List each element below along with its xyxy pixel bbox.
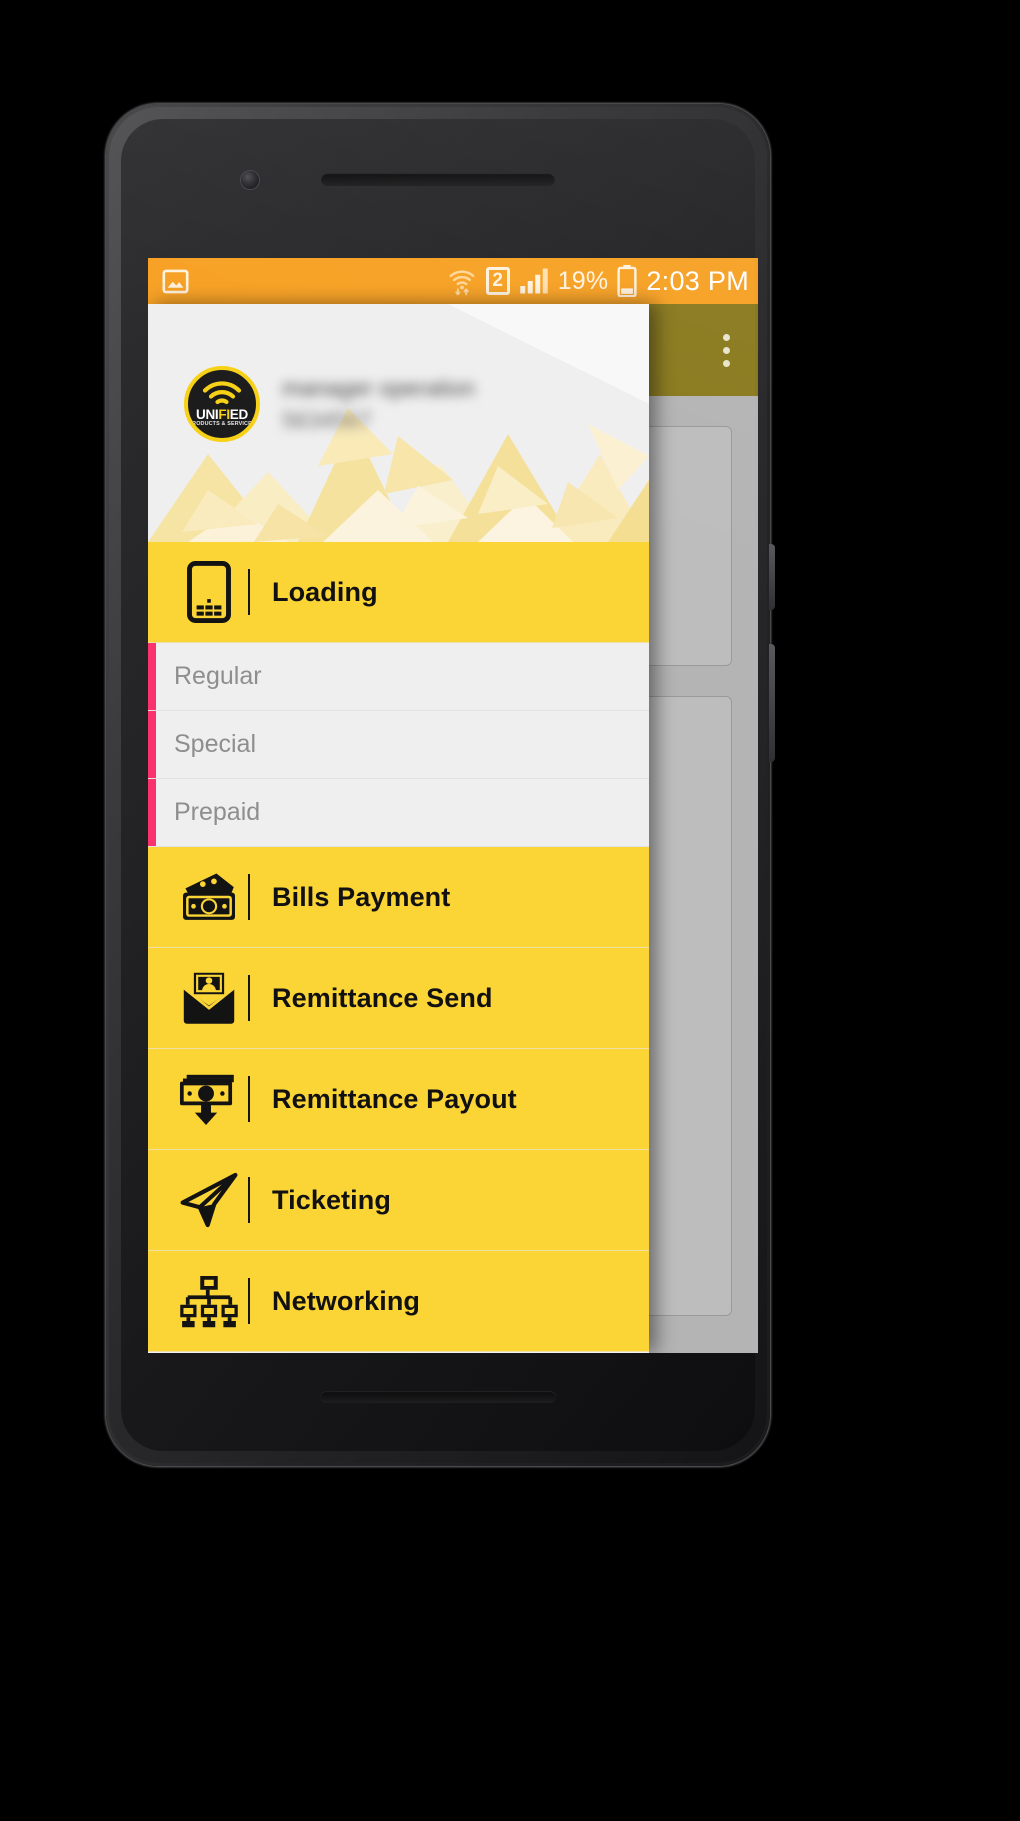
drawer-item-label: Networking: [272, 1285, 421, 1316]
phone-screen: 2 19% 2:03 PM UNIFIED PRODUCTS & SERVICE…: [148, 258, 758, 1353]
phone-front-face: 2 19% 2:03 PM UNIFIED PRODUCTS & SERVICE…: [121, 119, 758, 1451]
drawer-item-loading[interactable]: Loading: [148, 542, 649, 643]
status-bar-right: 2 19% 2:03 PM: [447, 265, 749, 297]
battery-percent-label: 19%: [557, 266, 609, 295]
drawer-subitem-special[interactable]: Special: [148, 711, 649, 779]
drawer-item-label: Ticketing: [272, 1184, 391, 1215]
phone-device: 2 19% 2:03 PM UNIFIED PRODUCTS & SERVICE…: [106, 104, 775, 1466]
drawer-subitem-regular[interactable]: Regular: [148, 643, 649, 711]
drawer-item-remittance-send[interactable]: Remittance Send: [148, 948, 649, 1049]
drawer-profile[interactable]: UNIFIED PRODUCTS & SERVICES manager oper…: [184, 366, 475, 442]
logo-tagline: PRODUCTS & SERVICES: [188, 421, 256, 427]
wifi-transfer-icon: [447, 266, 477, 296]
drawer-subitem-prepaid[interactable]: Prepaid: [148, 779, 649, 847]
money-cash-icon: [176, 871, 242, 923]
drawer-subitem-label: Prepaid: [174, 798, 261, 826]
photo-icon: [162, 268, 189, 295]
earpiece-speaker: [321, 173, 555, 186]
bottom-speaker: [320, 1391, 556, 1403]
profile-info: manager operation 5634567: [282, 375, 475, 434]
item-divider: [248, 1177, 250, 1223]
mobile-phone-icon: [176, 561, 242, 623]
status-bar-clock: 2:03 PM: [646, 265, 749, 296]
item-divider: [248, 1076, 250, 1122]
item-divider: [248, 874, 250, 920]
power-button[interactable]: [769, 544, 775, 610]
drawer-item-label: Bills Payment: [272, 881, 451, 912]
drawer-subitem-label: Regular: [174, 662, 262, 690]
drawer-item-label: Remittance Send: [272, 982, 493, 1013]
paper-plane-icon: [176, 1171, 242, 1229]
drawer-item-bills-payment[interactable]: Bills Payment: [148, 847, 649, 948]
volume-button[interactable]: [769, 644, 775, 762]
battery-low-icon: [617, 265, 637, 297]
status-bar: 2 19% 2:03 PM: [148, 258, 758, 304]
item-divider: [248, 569, 250, 615]
wifi-icon: [201, 381, 243, 405]
drawer-item-remittance-payout[interactable]: Remittance Payout: [148, 1049, 649, 1150]
envelope-money-icon: [176, 970, 242, 1026]
signal-bars-icon: [519, 267, 549, 295]
money-down-arrow-icon: [176, 1071, 242, 1127]
sim-indicator: 2: [485, 267, 510, 295]
drawer-item-ticketing[interactable]: Ticketing: [148, 1150, 649, 1251]
org-chart-icon: [176, 1272, 242, 1330]
drawer-item-label: Remittance Payout: [272, 1083, 517, 1114]
account-name: manager operation: [282, 374, 476, 401]
kebab-menu-icon[interactable]: [723, 333, 730, 367]
front-camera-icon: [241, 171, 259, 189]
account-number: 5634567: [282, 406, 372, 433]
unified-logo: UNIFIED PRODUCTS & SERVICES: [184, 366, 260, 442]
drawer-header: UNIFIED PRODUCTS & SERVICES manager oper…: [148, 304, 649, 542]
navigation-drawer: UNIFIED PRODUCTS & SERVICES manager oper…: [148, 304, 649, 1353]
drawer-item-networking[interactable]: Networking: [148, 1251, 649, 1352]
drawer-item-label: Loading: [272, 576, 378, 607]
item-divider: [248, 1278, 250, 1324]
phone-bezel: 2 19% 2:03 PM UNIFIED PRODUCTS & SERVICE…: [109, 107, 767, 1463]
drawer-subitem-label: Special: [174, 730, 256, 758]
status-bar-left: [162, 268, 189, 295]
item-divider: [248, 975, 250, 1021]
logo-brand-text: UNIFIED: [196, 407, 248, 422]
